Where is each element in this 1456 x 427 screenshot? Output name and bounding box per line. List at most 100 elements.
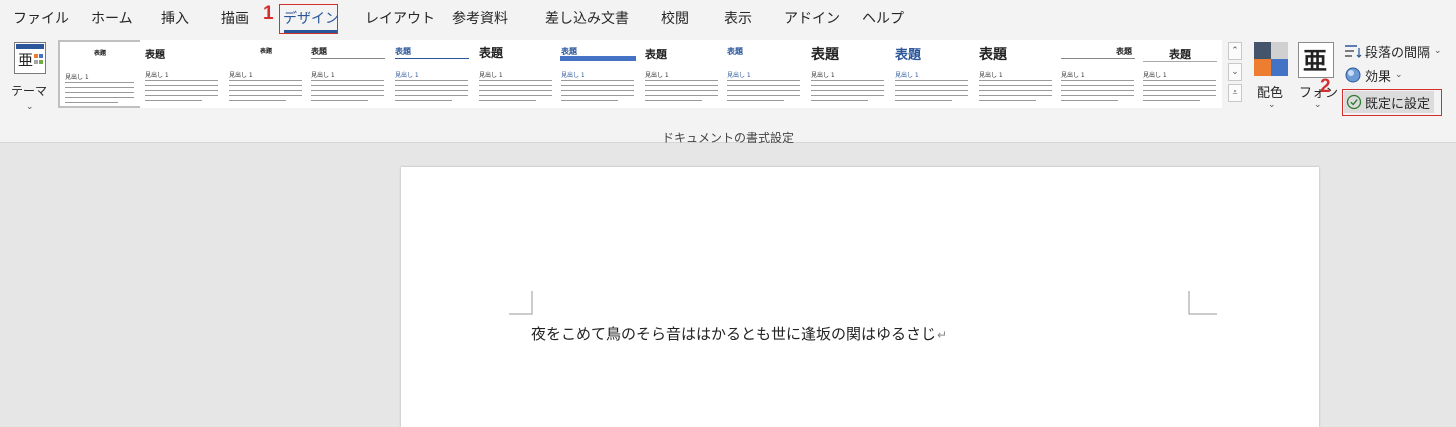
thumbnail-body-line (979, 95, 1052, 96)
thumbnail-body-line (645, 80, 718, 81)
tab-file[interactable]: ファイル (13, 8, 69, 28)
style-set-thumbnail[interactable]: 表題見出し 1 (1056, 40, 1140, 108)
style-set-thumbnail[interactable]: 表題 見出し 1 (140, 40, 224, 108)
themes-button[interactable]: 亜 テーマ ⌄ (10, 40, 52, 120)
colors-icon (1254, 42, 1288, 76)
style-set-thumbnail[interactable]: 表題 見出し 1 (640, 40, 724, 108)
colors-button[interactable]: 配色 ⌄ (1252, 40, 1292, 126)
thumbnail-title: 表題 (811, 47, 839, 63)
design-ribbon: 亜 テーマ ⌄ 表題 見出し 1 表題 見出し 1 表題 見出し 1 表題 見出し 1 表題 見出… (0, 38, 1456, 145)
thumbnail-body-line (311, 100, 368, 101)
style-set-thumbnail[interactable]: 表題 見出し 1 (1138, 40, 1222, 108)
thumbnail-title: 表題 (145, 50, 165, 61)
ribbon-tab-bar: ファイル ホーム 挿入 描画 デザイン レイアウト 参考資料 差し込み文書 校閲… (0, 0, 1456, 38)
thumbnail-body-line (727, 95, 800, 96)
thumbnail-body-line (311, 80, 384, 81)
style-set-thumbnail[interactable]: 表題 見出し 1 (306, 40, 390, 108)
thumbnail-title: 表題 (93, 50, 106, 57)
thumbnail-body-line (895, 80, 968, 81)
chevron-up-icon: ⌃ (1231, 46, 1239, 56)
document-body-text[interactable]: 夜をこめて鳥のそら音ははかるとも世に逢坂の関はゆるさじ↵ (531, 323, 947, 344)
style-set-thumbnail[interactable]: 表題 見出し 1 (224, 40, 308, 108)
thumbnail-body-line (479, 85, 552, 86)
thumbnail-body-line (395, 90, 468, 91)
style-set-thumbnail[interactable]: 表題見出し 1 (974, 40, 1058, 108)
thumbnail-body-line (1143, 100, 1200, 101)
style-set-thumbnail[interactable]: 表題 見出し 1 (390, 40, 474, 108)
thumbnail-body-line (1143, 90, 1216, 91)
document-page[interactable]: 夜をこめて鳥のそら音ははかるとも世に逢坂の関はゆるさじ↵ (401, 167, 1319, 427)
tab-home[interactable]: ホーム (91, 8, 133, 28)
gallery-scroll-down-button[interactable]: ⌄ (1228, 63, 1242, 81)
thumbnail-heading: 見出し 1 (979, 72, 1003, 79)
thumbnail-body-line (229, 80, 302, 81)
style-set-thumbnail[interactable]: 表題見出し 1 (474, 40, 558, 108)
thumbnail-title-rule (1143, 61, 1217, 62)
thumbnail-title: 表題 (1169, 48, 1191, 61)
highlight-box-set-default (1342, 89, 1442, 116)
thumbnail-body-line (561, 80, 634, 81)
gallery-scroll-up-button[interactable]: ⌃ (1228, 42, 1242, 60)
thumbnail-body-line (1061, 80, 1134, 81)
gallery-more-button[interactable]: ⩡ (1228, 84, 1242, 102)
thumbnail-body-line (645, 90, 718, 91)
style-set-thumbnail[interactable]: 表題見出し 1 (58, 40, 142, 108)
tab-review[interactable]: 校閲 (661, 8, 689, 28)
thumbnail-body-line (895, 85, 968, 86)
thumbnail-heading: 見出し 1 (561, 72, 585, 79)
fonts-button[interactable]: 亜 フォン ⌄ (1296, 40, 1340, 126)
thumbnail-body-line (311, 85, 384, 86)
tab-addins[interactable]: アドイン (784, 8, 840, 28)
thumbnail-body-line (229, 85, 302, 86)
thumbnail-body-line (1143, 80, 1216, 81)
thumbnail-title-rule (1061, 58, 1135, 59)
thumbnail-heading: 見出し 1 (1061, 72, 1085, 79)
thumbnail-heading: 見出し 1 (645, 72, 669, 79)
thumbnail-body-line (1143, 85, 1216, 86)
thumbnail-heading: 見出し 1 (479, 72, 503, 79)
thumbnail-body-line (1143, 95, 1216, 96)
tab-insert[interactable]: 挿入 (161, 8, 189, 28)
document-text: 夜をこめて鳥のそら音ははかるとも世に逢坂の関はゆるさじ (531, 325, 937, 343)
thumbnail-body-line (311, 90, 384, 91)
colors-label: 配色 (1257, 86, 1284, 101)
thumbnail-title: 表題 (895, 48, 922, 63)
tab-mailings[interactable]: 差し込み文書 (545, 8, 629, 28)
margin-corner-mark-left (509, 291, 533, 315)
paragraph-spacing-button[interactable]: 段落の間隔 ⌄ (1344, 40, 1442, 62)
fonts-icon-char: 亜 (1303, 47, 1327, 75)
thumbnail-body-line (145, 90, 218, 91)
tab-view[interactable]: 表示 (724, 8, 752, 28)
style-set-thumbnail[interactable]: 表題見出し 1 (806, 40, 890, 108)
tab-help[interactable]: ヘルプ (862, 8, 904, 28)
thumbnail-body-line (645, 95, 718, 96)
fonts-label: フォン (1299, 86, 1339, 101)
tab-draw[interactable]: 描画 (221, 8, 249, 28)
style-set-thumbnail[interactable]: 表題 見出し 1 (556, 40, 640, 108)
highlight-box-design-tab (279, 4, 338, 34)
thumbnail-title: 表題 (979, 47, 1007, 63)
chevron-down-icon: ⌄ (1314, 100, 1322, 110)
tab-references[interactable]: 参考資料 (452, 8, 508, 28)
thumbnail-title: 表題 (1116, 47, 1132, 56)
thumbnail-title: 表題 (479, 46, 504, 60)
thumbnail-body-line (65, 87, 134, 88)
style-set-thumbnail[interactable]: 表題 見出し 1 (890, 40, 974, 108)
thumbnail-heading: 見出し 1 (811, 72, 835, 79)
thumbnail-body-line (727, 85, 800, 86)
tab-layout[interactable]: レイアウト (365, 8, 435, 28)
effects-button[interactable]: 効果 ⌄ (1344, 64, 1403, 86)
thumbnail-title: 表題 (259, 48, 272, 55)
effects-label: 効果 (1365, 69, 1392, 85)
style-set-thumbnail[interactable]: 表題 見出し 1 (722, 40, 806, 108)
thumbnail-body-line (979, 80, 1052, 81)
thumbnail-body-line (395, 100, 452, 101)
document-area: 夜をこめて鳥のそら音ははかるとも世に逢坂の関はゆるさじ↵ (0, 143, 1456, 427)
thumbnail-title: 表題 (727, 47, 743, 56)
thumbnail-heading: 見出し 1 (65, 74, 89, 81)
thumbnail-body-line (479, 95, 552, 96)
thumbnail-body-line (395, 95, 468, 96)
thumbnail-body-line (979, 90, 1052, 91)
more-icon: ⩡ (1232, 88, 1238, 98)
thumbnail-body-line (561, 85, 634, 86)
